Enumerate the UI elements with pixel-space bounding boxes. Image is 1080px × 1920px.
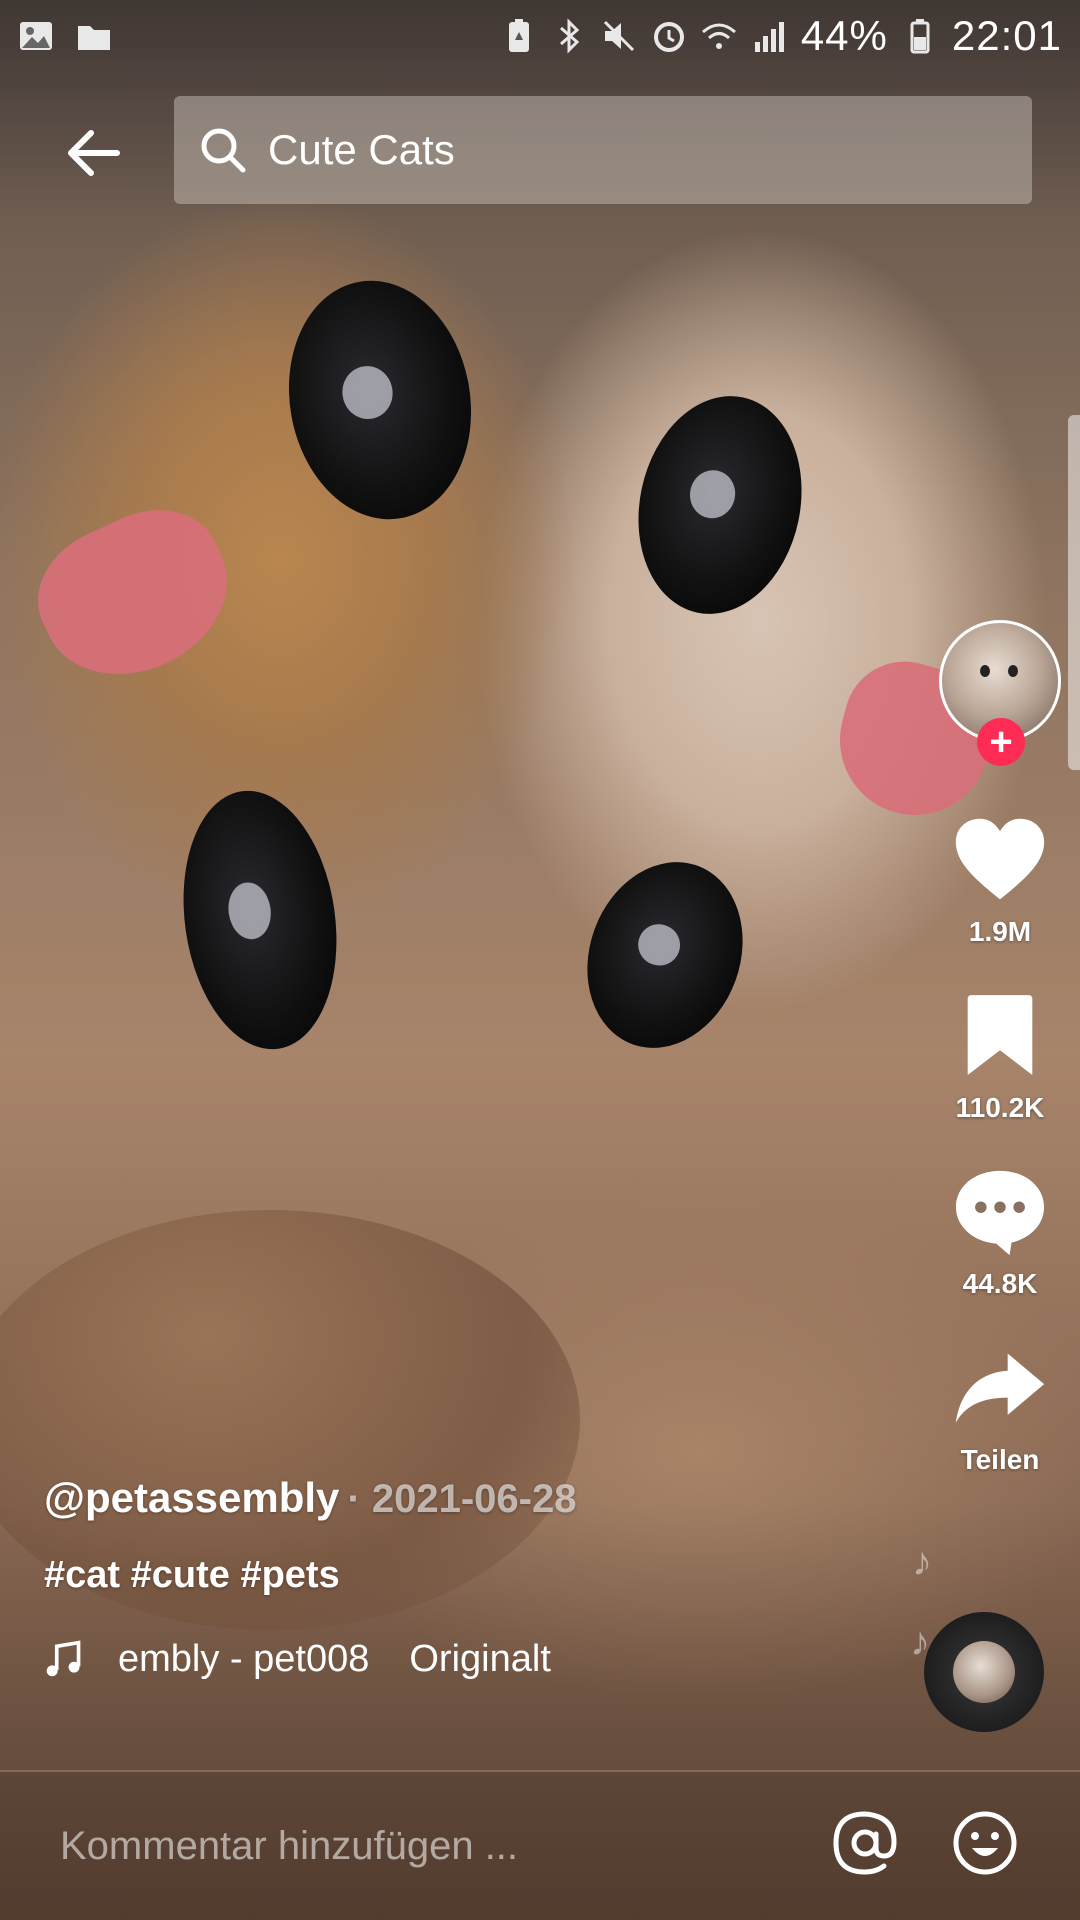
music-info[interactable]: embly - pet008 Originalt xyxy=(44,1637,864,1681)
post-caption: @petassembly · 2021-06-28 #cat #cute #pe… xyxy=(44,1474,864,1681)
share-label: Teilen xyxy=(960,1444,1040,1475)
status-bar: 44% 22:01 xyxy=(0,0,1080,72)
comment-count: 44.8K xyxy=(962,1268,1038,1299)
post-date: · 2021-06-28 xyxy=(347,1477,577,1521)
status-time: 22:01 xyxy=(951,12,1062,59)
mention-button[interactable] xyxy=(830,1808,900,1878)
battery-percent: 44% xyxy=(800,12,888,59)
hashtags[interactable]: #cat #cute #pets xyxy=(44,1554,864,1597)
save-action[interactable]: 110.2K xyxy=(950,988,1050,1124)
save-count: 110.2K xyxy=(955,1092,1045,1123)
username[interactable]: @petassembly xyxy=(44,1474,339,1522)
music-disc[interactable] xyxy=(924,1612,1044,1732)
share-icon xyxy=(955,1353,1045,1423)
cat-eye xyxy=(167,780,353,1060)
music-title-next: Originalt xyxy=(409,1637,551,1680)
comment-bar xyxy=(0,1772,1080,1920)
music-title: embly - pet008 xyxy=(118,1637,370,1680)
search-icon xyxy=(201,128,246,173)
cat-eye xyxy=(562,840,768,1070)
battery-saver-icon xyxy=(501,18,537,54)
cat-eye xyxy=(270,266,490,534)
cat-eye xyxy=(618,380,822,630)
like-count: 1.9M xyxy=(968,916,1032,947)
floating-note-icon: ♪ xyxy=(912,1540,932,1584)
back-button[interactable] xyxy=(58,118,128,188)
arrow-left-icon xyxy=(68,130,120,176)
creator-avatar[interactable]: + xyxy=(939,620,1061,766)
comment-icon xyxy=(955,1170,1045,1256)
wifi-icon xyxy=(701,18,737,54)
search-query: Cute Cats xyxy=(268,126,455,173)
mute-icon xyxy=(601,18,637,54)
like-action[interactable]: 1.9M xyxy=(950,812,1050,948)
gallery-icon xyxy=(18,18,54,54)
folder-icon xyxy=(76,18,112,54)
bluetooth-icon xyxy=(551,18,587,54)
disc-cover xyxy=(953,1641,1015,1703)
comment-input[interactable] xyxy=(60,1823,760,1869)
bookmark-icon xyxy=(967,995,1033,1075)
music-note-icon xyxy=(44,1637,88,1681)
search-bar[interactable]: Cute Cats xyxy=(174,96,1032,204)
battery-icon xyxy=(902,18,938,54)
signal-icon xyxy=(751,18,787,54)
at-icon xyxy=(833,1811,897,1875)
cat-nose xyxy=(17,486,253,704)
follow-button[interactable]: + xyxy=(977,718,1025,766)
action-rail: + 1.9M 110.2K 44.8K Teilen xyxy=(920,620,1080,1516)
heart-icon xyxy=(955,818,1045,900)
smiley-icon xyxy=(953,1811,1017,1875)
comment-action[interactable]: 44.8K xyxy=(950,1164,1050,1300)
emoji-button[interactable] xyxy=(950,1808,1020,1878)
share-action[interactable]: Teilen xyxy=(950,1340,1050,1476)
alarm-icon xyxy=(651,18,687,54)
